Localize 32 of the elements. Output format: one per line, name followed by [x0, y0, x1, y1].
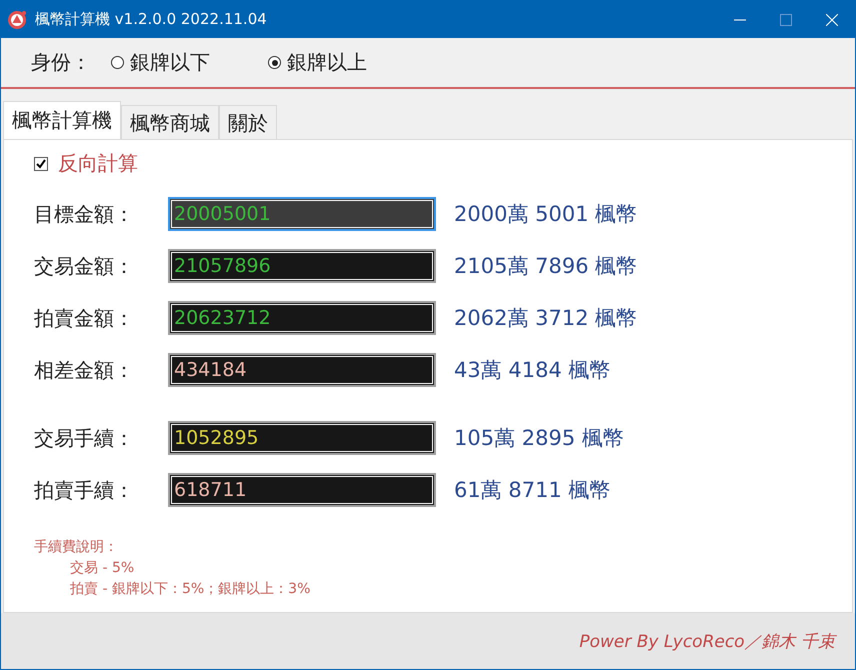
amount-reading: 2000萬 5001 楓幣 — [454, 201, 638, 228]
footer-credit: Power By LycoReco／錦木 千束 — [579, 630, 835, 652]
window-title: 楓幣計算機 v1.2.0.0 2022.11.04 — [35, 10, 267, 29]
fee-note: 拍賣 - 銀牌以下：5%；銀牌以上：3% — [69, 580, 312, 599]
fee-reading: 61萬 8711 楓幣 — [454, 477, 611, 504]
fee-note: 交易 - 5% — [69, 559, 136, 578]
tab[interactable]: 楓幣計算機 — [3, 101, 121, 139]
field-label: 拍賣金額： — [34, 304, 135, 332]
field-label: 拍賣手續： — [34, 476, 135, 504]
field-label: 相差金額： — [34, 356, 135, 384]
identity-label: 身份： — [31, 49, 91, 76]
close-icon — [826, 14, 838, 26]
field-label: 交易金額： — [34, 252, 135, 280]
tab[interactable]: 關於 — [219, 105, 277, 139]
tab[interactable]: 楓幣商城 — [121, 105, 219, 139]
identity-radio[interactable]: 銀牌以下 — [111, 49, 210, 76]
amount-field[interactable]: 20623712 — [168, 301, 436, 335]
field-label: 目標金額： — [34, 200, 135, 228]
amount-field[interactable]: 21057896 — [168, 249, 436, 283]
identity-radio[interactable]: 銀牌以上 — [268, 49, 367, 76]
notes-heading: 手續費說明： — [34, 538, 119, 557]
amount-reading: 43萬 4184 楓幣 — [454, 357, 611, 384]
app-logo-icon — [7, 10, 27, 30]
fee-field[interactable]: 618711 — [168, 473, 436, 507]
amount-reading: 2062萬 3712 楓幣 — [454, 305, 638, 332]
amount-reading: 2105萬 7896 楓幣 — [454, 253, 638, 280]
reverse-checkbox[interactable]: 反向計算 — [34, 150, 852, 177]
field-label: 交易手續： — [34, 424, 135, 452]
fee-field[interactable]: 1052895 — [168, 421, 436, 455]
amount-field[interactable]: 20005001 — [168, 197, 436, 231]
amount-field[interactable]: 434184 — [168, 353, 436, 387]
fee-reading: 105萬 2895 楓幣 — [454, 425, 624, 452]
